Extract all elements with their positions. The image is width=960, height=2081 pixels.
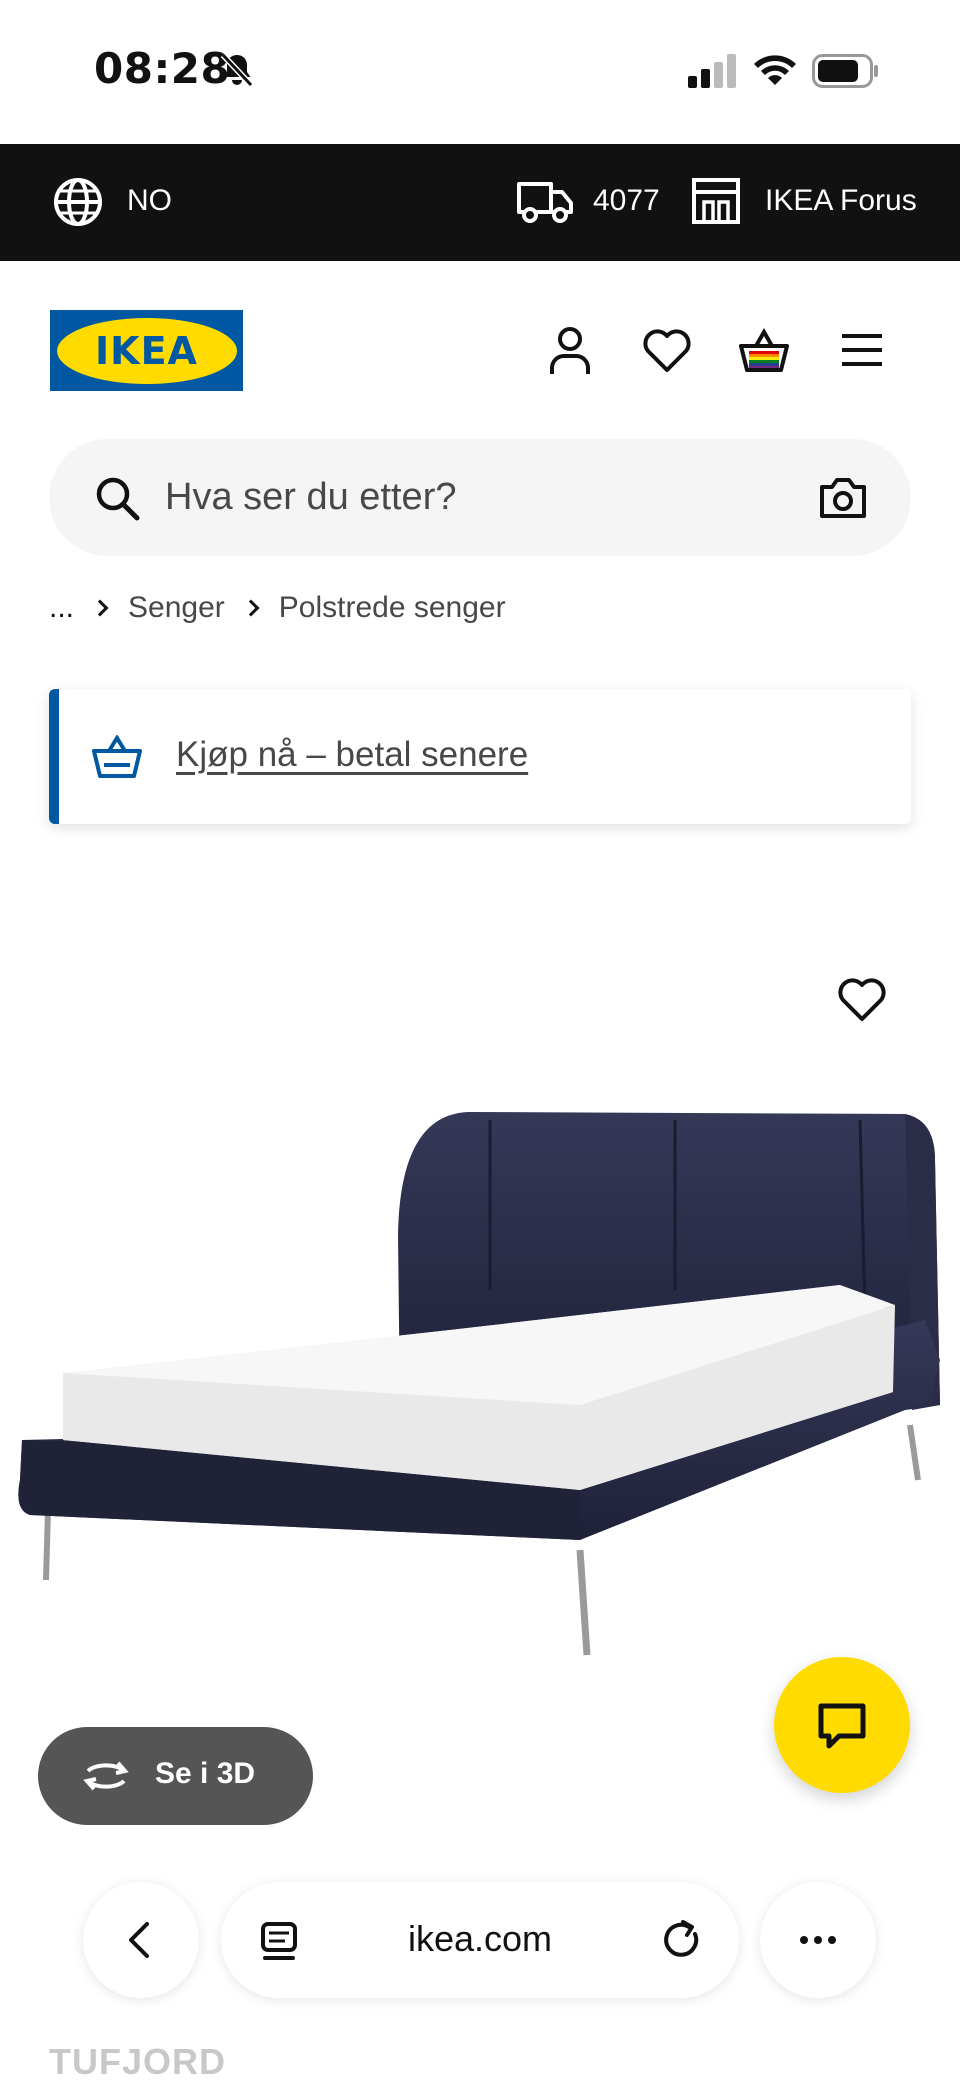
rotate-icon [83,1761,129,1791]
view-3d-label: Se i 3D [155,1757,256,1790]
delivery-postcode[interactable]: 4077 [593,184,660,218]
basket-icon [92,735,142,778]
heart-icon[interactable] [836,975,888,1023]
financing-banner[interactable]: Kjøp nå – betal senere [49,689,911,824]
store-name[interactable]: IKEA Forus [765,184,917,218]
chevron-right-icon [242,599,260,617]
globe-icon[interactable] [52,176,104,228]
camera-icon[interactable] [819,475,867,519]
language-selector[interactable]: NO [127,184,172,218]
ikea-logo[interactable]: IKEA [50,310,243,391]
financing-accent [49,689,59,824]
chevron-right-icon [91,599,109,617]
signal-icon [688,54,736,88]
search-input[interactable] [165,467,765,527]
breadcrumb: ... Senger Polstrede senger [49,588,506,628]
search-icon [96,477,140,521]
back-button[interactable] [83,1882,199,1998]
more-button[interactable] [760,1882,876,1998]
store-icon[interactable] [690,176,742,226]
view-3d-button[interactable]: Se i 3D [38,1727,313,1825]
back-icon [129,1922,149,1958]
status-time: 08:28 [94,44,231,93]
breadcrumb-ellipsis[interactable]: ... [49,591,74,625]
search-bar[interactable] [49,439,911,556]
wifi-icon [754,55,796,85]
breadcrumb-senger[interactable]: Senger [128,591,225,625]
chat-button[interactable] [774,1657,910,1793]
truck-icon[interactable] [516,178,574,224]
address-bar[interactable]: ikea.com [221,1882,739,1998]
basket-icon[interactable] [738,324,790,376]
reload-icon[interactable] [661,1918,705,1964]
ikea-logo-oval: IKEA [56,317,237,384]
product-name: TUFJORD [49,2041,226,2081]
heart-icon[interactable] [641,324,693,376]
battery-icon [812,54,878,88]
more-icon [800,1936,836,1944]
financing-link[interactable]: Kjøp nå – betal senere [176,735,528,775]
chat-icon [818,1703,866,1749]
menu-icon[interactable] [836,324,888,376]
product-image[interactable] [0,1080,960,1680]
bell-off-icon [220,52,254,88]
profile-icon[interactable] [544,324,596,376]
top-bar: NO 4077 IKEA Forus [0,144,960,261]
ikea-logo-text: IKEA [95,328,198,373]
status-bar: 08:28 [0,0,960,144]
breadcrumb-polstrede-senger[interactable]: Polstrede senger [279,591,506,625]
